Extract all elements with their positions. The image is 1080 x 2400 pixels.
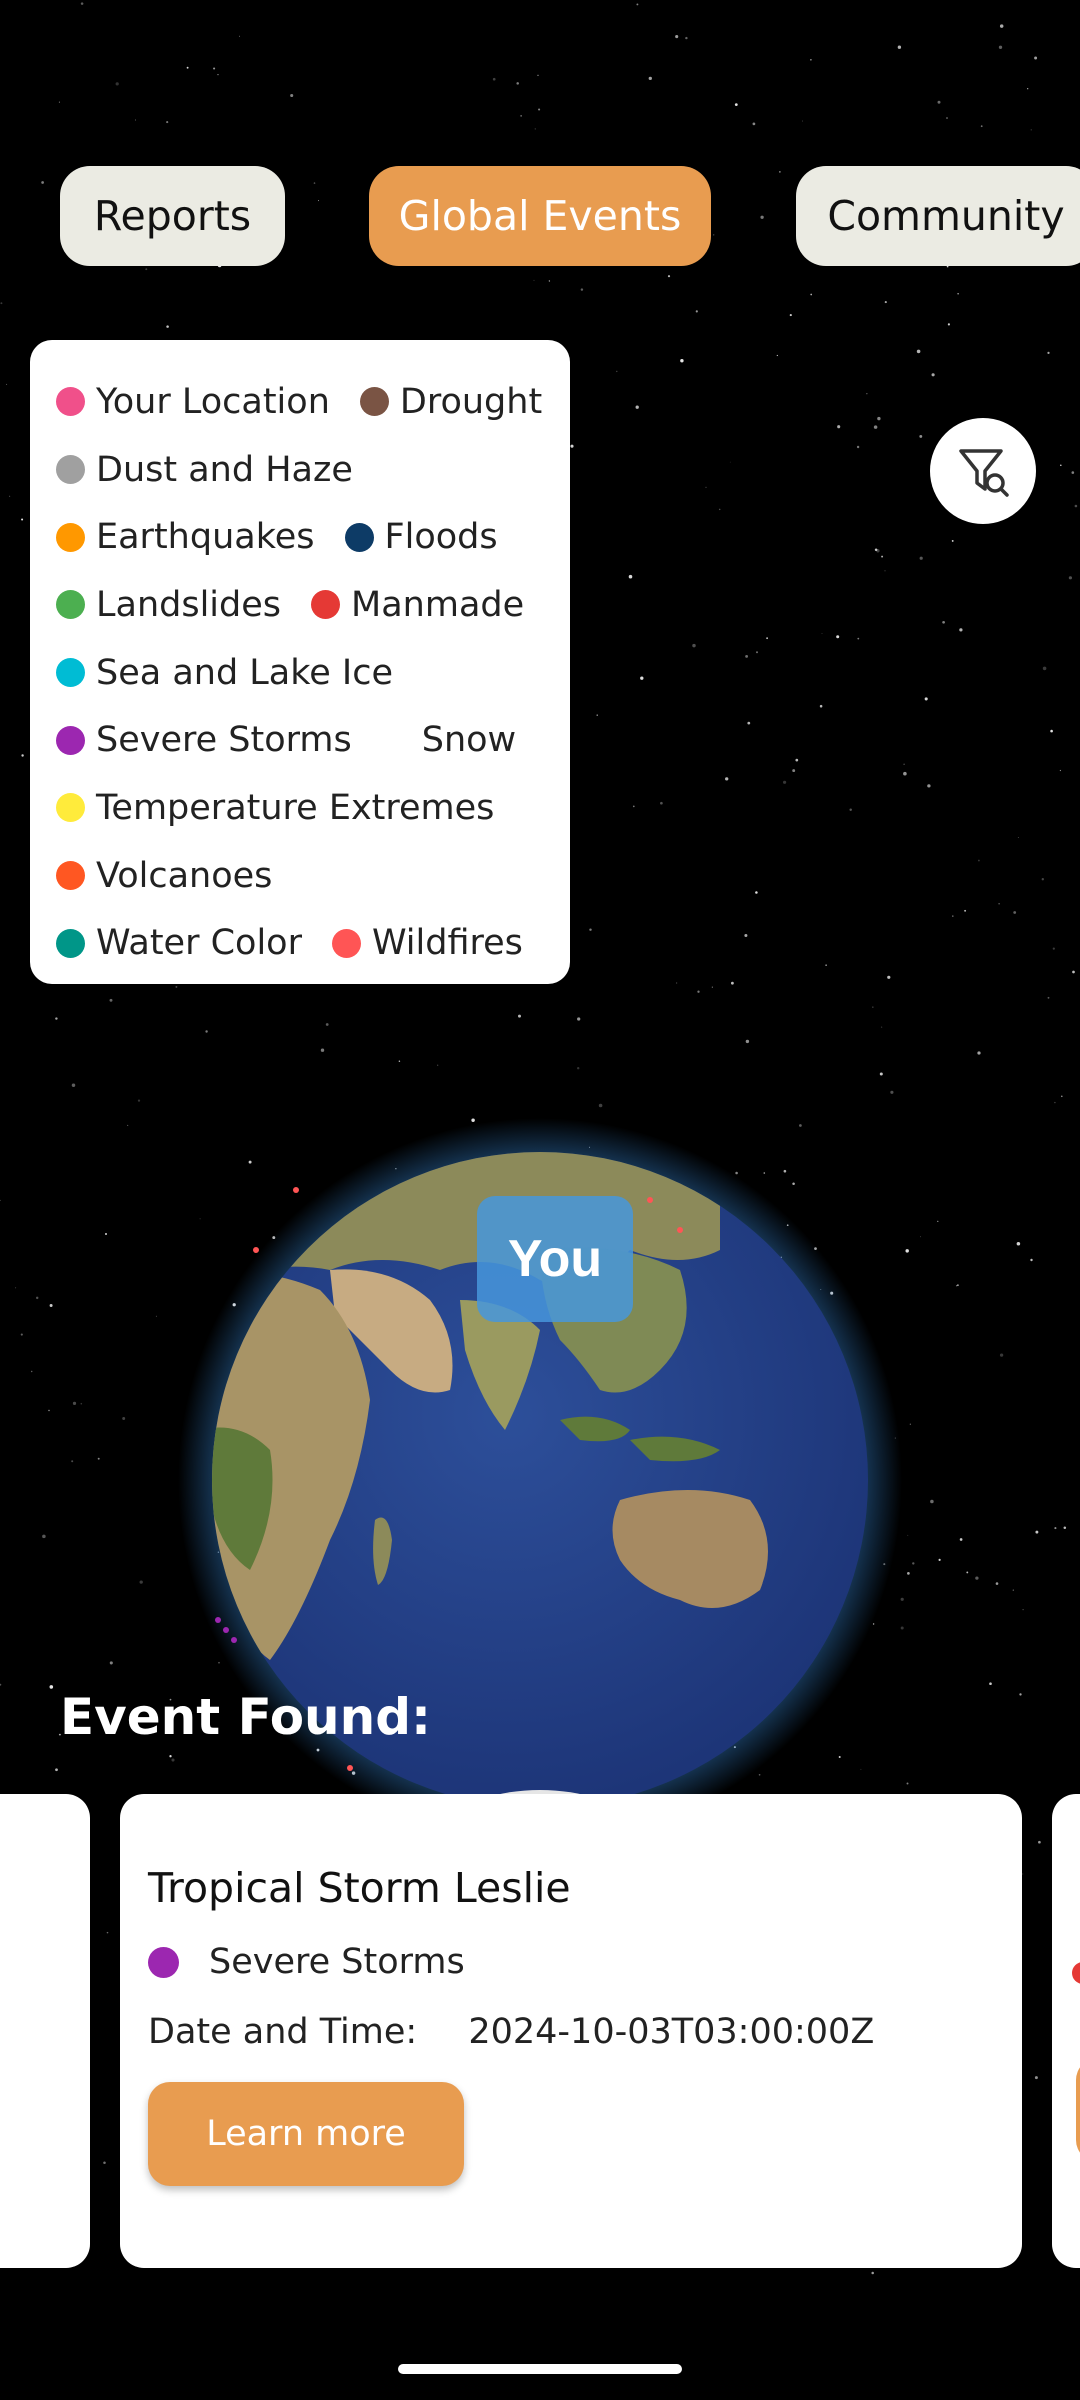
tab-reports[interactable]: Reports (60, 166, 285, 266)
event-card-next[interactable] (1052, 1794, 1080, 2268)
filter-button[interactable] (930, 418, 1036, 524)
legend-label: Wildfires (371, 923, 523, 964)
volcanoes-dot (56, 861, 85, 891)
event-title: Tropical Storm Leslie (148, 1864, 571, 1912)
global-events-screen: Reports Global Events Community Your Loc… (0, 0, 1080, 2400)
legend-item-volcanoes: Volcanoes (56, 856, 272, 896)
event-category-label: Severe Storms (209, 1942, 465, 1982)
next-card-button[interactable] (1076, 2058, 1080, 2162)
legend-item-severe-storms: Severe Storms (56, 720, 352, 760)
event-found-heading: Event Found: (60, 1688, 432, 1746)
legend-label: Severe Storms (96, 720, 352, 761)
legend-item-temperature-extremes: Temperature Extremes (56, 788, 494, 828)
home-indicator[interactable] (398, 2364, 682, 2374)
legend-label: Drought (399, 381, 543, 422)
legend-item-dust-and-haze: Dust and Haze (56, 450, 353, 490)
legend-item-sea-and-lake-ice: Sea and Lake Ice (56, 653, 393, 693)
legend-item-earthquakes: Earthquakes (56, 517, 315, 557)
learn-more-button[interactable]: Learn more (148, 2082, 464, 2186)
dust-and-haze-dot (56, 455, 85, 485)
water-color-dot (56, 928, 85, 958)
your-location-dot (56, 387, 85, 417)
snow-dot (381, 725, 411, 755)
floods-dot (344, 522, 374, 552)
filter-search-icon (959, 449, 1009, 497)
next-card-dot (1072, 1962, 1080, 1984)
legend-label: Temperature Extremes (96, 787, 495, 828)
landslides-dot (56, 590, 85, 620)
drought-dot (359, 387, 389, 417)
legend-item-landslides: Landslides (56, 585, 281, 625)
legend-item-manmade: Manmade (311, 585, 524, 625)
you-location-badge[interactable]: You (477, 1196, 633, 1322)
sea-and-lake-ice-dot (56, 658, 85, 688)
legend-label: Sea and Lake Ice (96, 652, 394, 693)
tab-community[interactable]: Community (796, 166, 1080, 266)
date-value: 2024-10-03T03:00:00Z (468, 2012, 875, 2052)
event-date: Date and Time: 2024-10-03T03:00:00Z (148, 2012, 1022, 2052)
legend-label: Manmade (351, 584, 525, 625)
legend-item-your-location: Your Location (56, 382, 330, 422)
legend-label: Snow (421, 720, 517, 761)
tab-global-events[interactable]: Global Events (369, 166, 711, 266)
severe-storms-dot (56, 725, 85, 755)
legend-item-drought: Drought (359, 381, 543, 422)
legend-label: Earthquakes (96, 517, 315, 558)
earthquakes-dot (56, 522, 85, 552)
legend-label: Your Location (96, 381, 330, 422)
legend-item-floods: Floods (344, 517, 498, 558)
manmade-dot (311, 590, 341, 620)
legend-item-snow: Snow (381, 720, 517, 761)
legend-item-wildfires: Wildfires (331, 923, 523, 964)
event-category: Severe Storms (148, 1942, 1022, 1982)
legend-item-water-color: Water Color (56, 923, 302, 963)
legend-label: Volcanoes (96, 855, 273, 896)
legend-label: Landslides (96, 584, 282, 625)
legend-panel: Your Location Drought Dust and Haze Eart… (30, 340, 570, 984)
wildfires-dot (331, 928, 361, 958)
severe-storms-dot (148, 1946, 179, 1978)
event-card-previous[interactable] (0, 1794, 90, 2268)
temperature-extremes-dot (56, 793, 85, 823)
date-label: Date and Time: (148, 2012, 418, 2052)
legend-label: Water Color (96, 923, 302, 964)
legend-label: Dust and Haze (96, 449, 353, 490)
legend-label: Floods (384, 517, 498, 558)
event-card[interactable]: Tropical Storm Leslie Severe Storms Date… (120, 1794, 1022, 2268)
